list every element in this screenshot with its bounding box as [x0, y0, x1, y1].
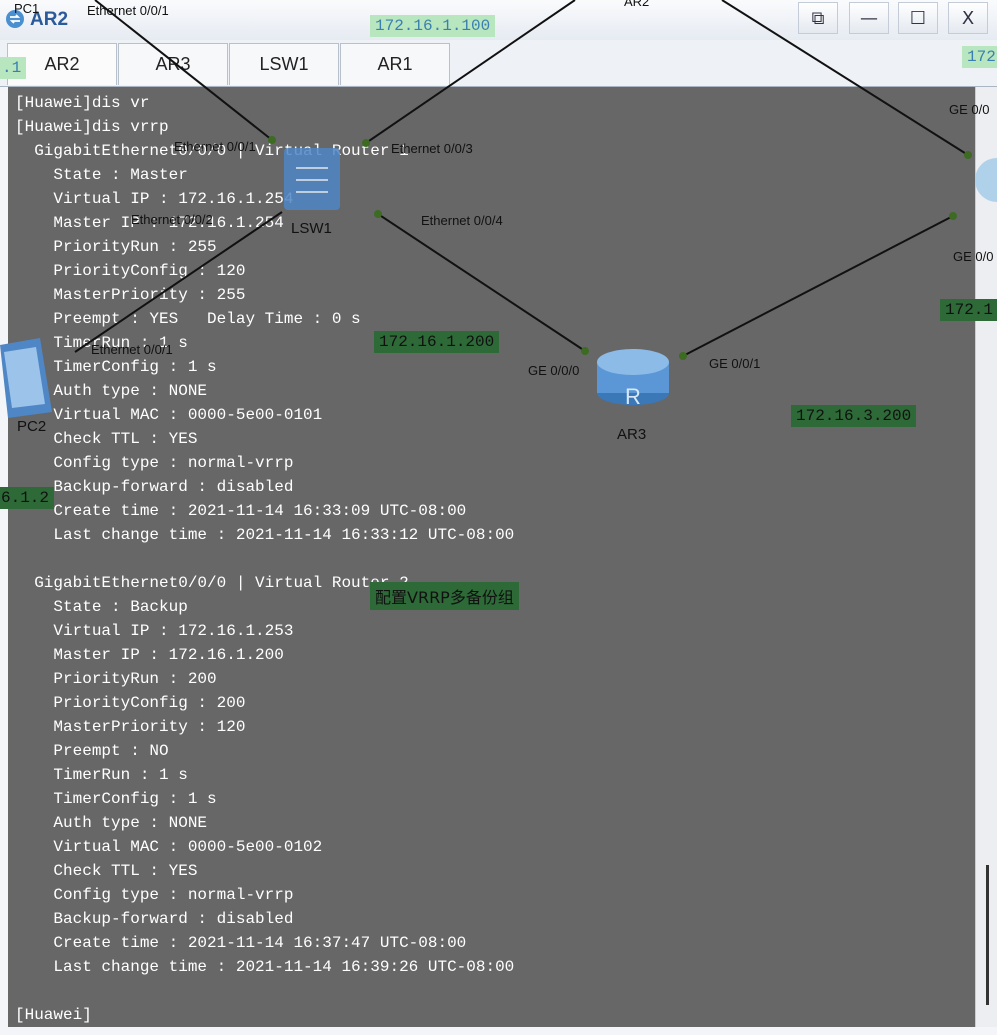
terminal-line: Preempt : NO	[15, 742, 169, 760]
terminal-line: GigabitEthernet0/0/0 | Virtual Router 1	[15, 142, 409, 160]
tab-ar1[interactable]: AR1	[340, 43, 450, 85]
terminal-line: Auth type : NONE	[15, 382, 208, 400]
terminal-line: Master IP : 172.16.1.200	[15, 646, 284, 664]
scrollbar-thumb[interactable]	[986, 865, 989, 1005]
terminal-line: PriorityConfig : 200	[15, 694, 246, 712]
terminal-line: Virtual IP : 172.16.1.254	[15, 190, 294, 208]
terminal-line: Config type : normal-vrrp	[15, 454, 294, 472]
terminal-line: State : Backup	[15, 598, 188, 616]
terminal-line: PriorityRun : 255	[15, 238, 217, 256]
restore-button[interactable]: ⧉	[798, 2, 838, 34]
terminal-line: Check TTL : YES	[15, 430, 198, 448]
tab-strip: AR2 AR3 LSW1 AR1	[0, 40, 997, 87]
close-button[interactable]: X	[948, 2, 988, 34]
terminal-output: [Huawei]dis vr [Huawei]dis vrrp GigabitE…	[8, 87, 975, 1027]
terminal-line: Virtual MAC : 0000-5e00-0102	[15, 838, 323, 856]
terminal-line: MasterPriority : 255	[15, 286, 246, 304]
terminal-line: Last change time : 2021-11-14 16:39:26 U…	[15, 958, 515, 976]
terminal-line: Backup-forward : disabled	[15, 478, 294, 496]
terminal-line: Backup-forward : disabled	[15, 910, 294, 928]
minimize-button[interactable]: —	[849, 2, 889, 34]
terminal-line: Virtual IP : 172.16.1.253	[15, 622, 294, 640]
terminal-line: State : Master	[15, 166, 188, 184]
terminal-line: Master IP : 172.16.1.254	[15, 214, 284, 232]
terminal-line: [Huawei]dis vr	[15, 94, 150, 112]
terminal-line: Virtual MAC : 0000-5e00-0101	[15, 406, 323, 424]
terminal-line: [Huawei]	[15, 1006, 92, 1024]
terminal-line: TimerRun : 1 s	[15, 334, 188, 352]
window-title-bar[interactable]: AR2 ⧉ — ☐ X	[0, 0, 997, 41]
terminal-line: TimerConfig : 1 s	[15, 790, 217, 808]
terminal-line: Preempt : YES Delay Time : 0 s	[15, 310, 361, 328]
terminal-line: MasterPriority : 120	[15, 718, 246, 736]
terminal-line: Config type : normal-vrrp	[15, 886, 294, 904]
terminal-line: Create time : 2021-11-14 16:37:47 UTC-08…	[15, 934, 467, 952]
terminal-line: PriorityConfig : 120	[15, 262, 246, 280]
terminal-line: TimerConfig : 1 s	[15, 358, 217, 376]
tab-ar2[interactable]: AR2	[7, 43, 117, 85]
tab-lsw1[interactable]: LSW1	[229, 43, 339, 85]
terminal-line: Auth type : NONE	[15, 814, 208, 832]
terminal-line: GigabitEthernet0/0/0 | Virtual Router 2	[15, 574, 409, 592]
maximize-button[interactable]: ☐	[898, 2, 938, 34]
tab-ar3[interactable]: AR3	[118, 43, 228, 85]
terminal-line: TimerRun : 1 s	[15, 766, 188, 784]
terminal-line: Check TTL : YES	[15, 862, 198, 880]
terminal-line: [Huawei]dis vrrp	[15, 118, 169, 136]
terminal-console[interactable]: [Huawei]dis vr [Huawei]dis vrrp GigabitE…	[8, 87, 975, 1027]
window-title: AR2	[30, 9, 69, 30]
app-icon	[4, 8, 26, 30]
terminal-line: Last change time : 2021-11-14 16:33:12 U…	[15, 526, 515, 544]
terminal-line: PriorityRun : 200	[15, 670, 217, 688]
terminal-line: Create time : 2021-11-14 16:33:09 UTC-08…	[15, 502, 467, 520]
